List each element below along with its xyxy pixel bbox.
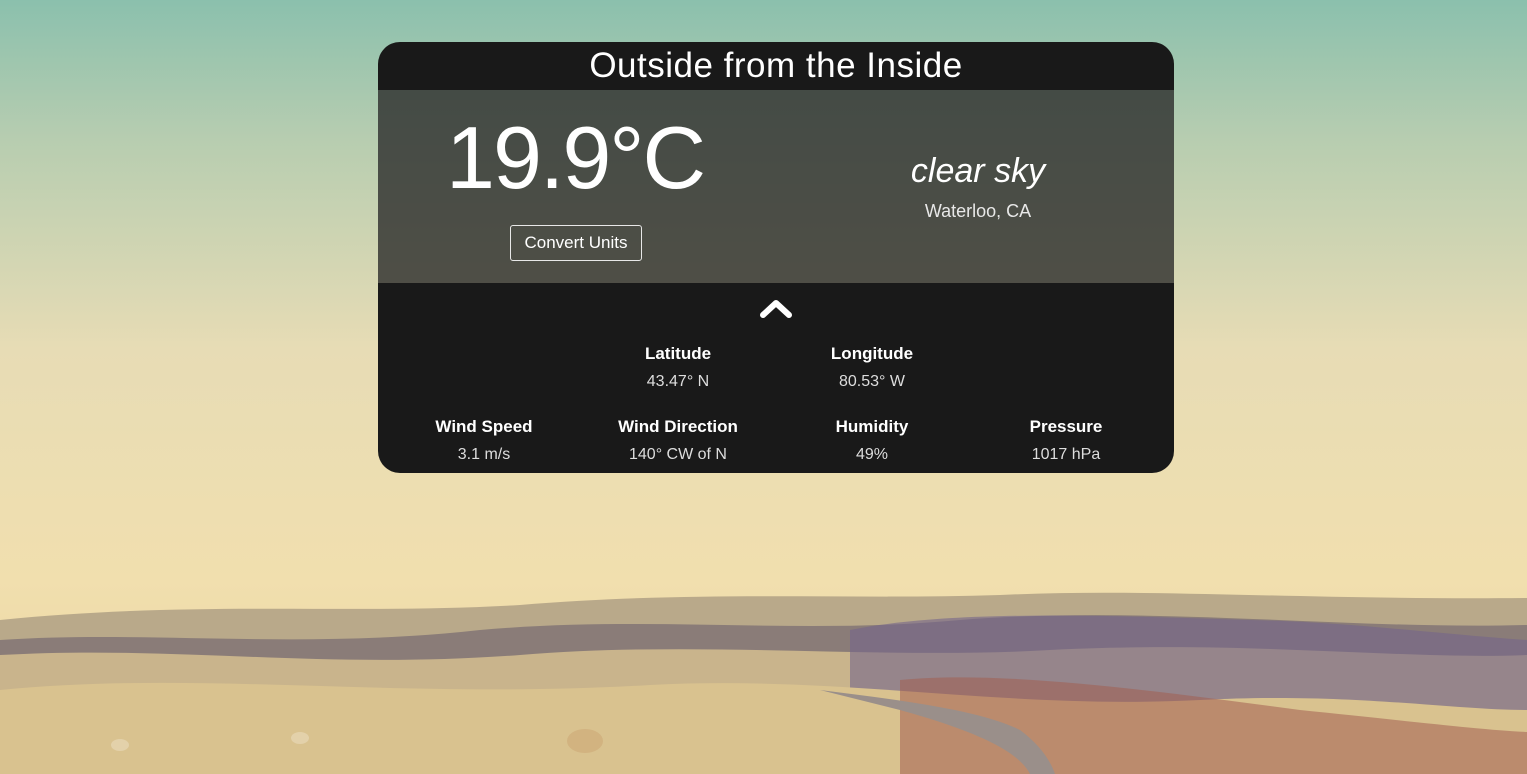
temperature-readout: 19.9°C	[446, 108, 706, 207]
stat-value: 49%	[855, 446, 889, 463]
stat-value: 43.47° N	[646, 373, 710, 390]
stat-value: 1017 hPa	[1031, 446, 1101, 463]
stat-value: 80.53° W	[839, 373, 905, 390]
humidity-stat: Humidity 49%	[775, 417, 969, 464]
pressure-stat: Pressure 1017 hPa	[969, 417, 1163, 464]
stat-label: Wind Direction	[618, 417, 738, 436]
stat-label: Wind Speed	[435, 417, 533, 436]
latitude-stat: Latitude 43.47° N	[581, 344, 775, 391]
card-header: Outside from the Inside	[378, 42, 1174, 90]
weather-card: Outside from the Inside 19.9°C Convert U…	[378, 42, 1174, 473]
longitude-stat: Longitude 80.53° W	[775, 344, 969, 391]
stat-label: Latitude	[644, 344, 712, 363]
stat-value: 140° CW of N	[629, 446, 727, 463]
stat-label: Longitude	[830, 344, 914, 363]
app-title: Outside from the Inside	[589, 46, 963, 85]
convert-units-button[interactable]: Convert Units	[510, 225, 642, 261]
stat-label: Pressure	[1029, 417, 1103, 436]
chevron-up-icon[interactable]	[760, 297, 792, 319]
wind-speed-stat: Wind Speed 3.1 m/s	[387, 417, 581, 464]
wind-direction-stat: Wind Direction 140° CW of N	[581, 417, 775, 464]
location-label: Waterloo, CA	[924, 201, 1032, 221]
stat-label: Humidity	[835, 417, 909, 436]
details-panel: Latitude 43.47° N Longitude 80.53° W Win…	[378, 283, 1174, 473]
current-weather-panel: 19.9°C Convert Units clear sky Waterloo,…	[378, 90, 1174, 283]
weather-description: clear sky	[910, 152, 1046, 190]
landscape-illustration	[0, 592, 1527, 774]
stat-value: 3.1 m/s	[457, 446, 511, 463]
